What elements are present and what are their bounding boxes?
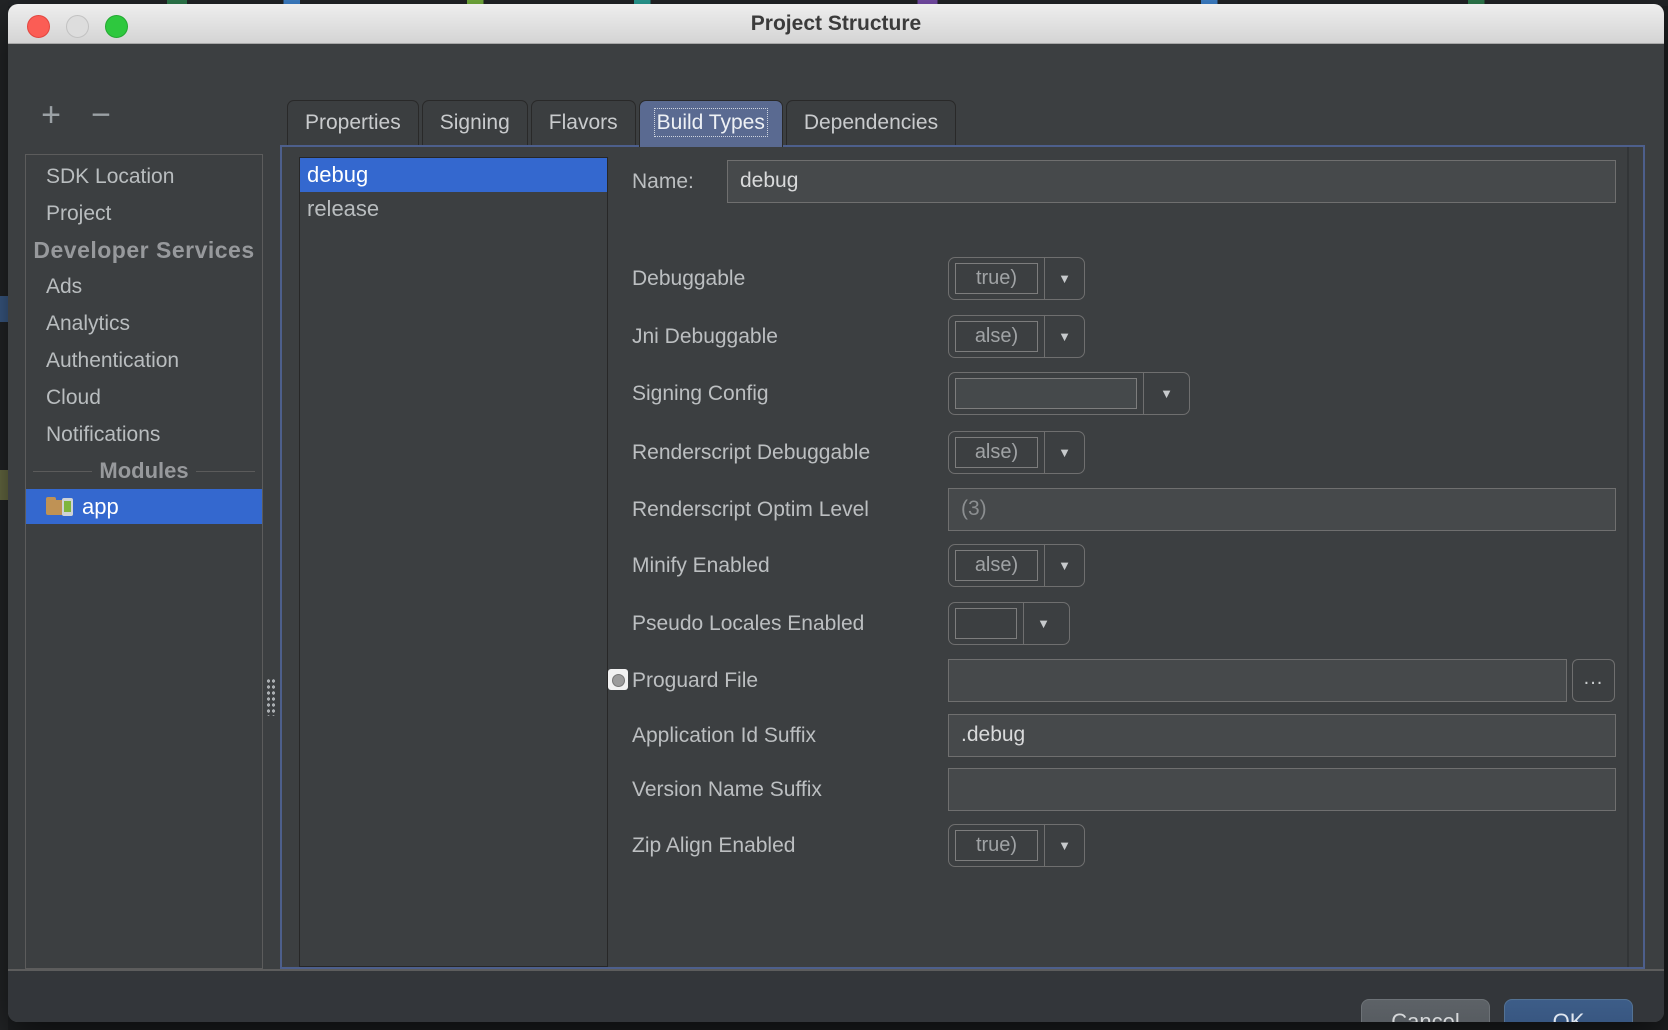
project-structure-dialog: Project Structure + − SDK Location Proje… — [8, 4, 1664, 1022]
proguard-file-label: Proguard File — [632, 659, 758, 702]
proguard-file-field[interactable] — [948, 659, 1567, 702]
debuggable-value: true) — [955, 263, 1038, 294]
mouse-cursor-artifact — [608, 669, 628, 690]
zip-align-enabled-label: Zip Align Enabled — [632, 824, 795, 867]
sidebar-item-app-label: app — [82, 494, 119, 520]
module-folder-icon — [46, 497, 73, 517]
pane-edge — [1627, 147, 1629, 967]
background-speck — [0, 296, 8, 322]
sidebar-panel: SDK Location Project Developer Services … — [25, 154, 263, 969]
tab-properties[interactable]: Properties — [287, 100, 419, 145]
sidebar-item-authentication[interactable]: Authentication — [26, 342, 262, 379]
tab-build-types[interactable]: Build Types — [639, 100, 783, 147]
remove-button[interactable]: − — [84, 100, 118, 134]
sidebar-header-developer-services: Developer Services — [26, 232, 262, 268]
debuggable-label: Debuggable — [632, 257, 745, 300]
sidebar-item-sdk-location[interactable]: SDK Location — [26, 158, 262, 195]
add-button[interactable]: + — [34, 100, 68, 134]
window-title: Project Structure — [8, 4, 1664, 44]
version-name-suffix-field[interactable] — [948, 768, 1616, 811]
sidebar-item-app[interactable]: app — [26, 489, 262, 524]
browse-button[interactable]: ... — [1572, 659, 1615, 702]
chevron-down-icon[interactable]: ▼ — [1143, 373, 1189, 414]
zip-align-enabled-combobox[interactable]: true) ▼ — [948, 824, 1085, 867]
sidebar-item-cloud[interactable]: Cloud — [26, 379, 262, 416]
sidebar-header-modules: Modules — [26, 453, 262, 489]
dialog-body: + − SDK Location Project Developer Servi… — [8, 44, 1664, 1022]
build-type-item-debug[interactable]: debug — [300, 158, 607, 192]
desktop-background-sliver — [0, 0, 8, 1030]
pseudo-locales-enabled-combobox[interactable]: ▼ — [948, 602, 1070, 645]
renderscript-debuggable-combobox[interactable]: alse) ▼ — [948, 431, 1085, 474]
renderscript-optim-level-field[interactable]: (3) — [948, 488, 1616, 531]
sidebar-item-project[interactable]: Project — [26, 195, 262, 232]
renderscript-debuggable-label: Renderscript Debuggable — [632, 431, 870, 474]
chevron-down-icon[interactable]: ▼ — [1044, 316, 1084, 357]
zip-align-enabled-value: true) — [955, 830, 1038, 861]
tab-bar: Properties Signing Flavors Build Types D… — [287, 100, 956, 147]
version-name-suffix-label: Version Name Suffix — [632, 768, 822, 811]
debuggable-combobox[interactable]: true) ▼ — [948, 257, 1085, 300]
pseudo-locales-enabled-value — [955, 608, 1017, 639]
sidebar-header-modules-label: Modules — [99, 458, 188, 484]
chevron-down-icon[interactable]: ▼ — [1044, 432, 1084, 473]
sidebar-item-analytics[interactable]: Analytics — [26, 305, 262, 342]
jni-debuggable-value: alse) — [955, 321, 1038, 352]
phone-shape — [62, 498, 73, 516]
renderscript-debuggable-value: alse) — [955, 437, 1038, 468]
titlebar[interactable]: Project Structure — [8, 4, 1664, 44]
jni-debuggable-label: Jni Debuggable — [632, 315, 778, 358]
tab-signing[interactable]: Signing — [422, 100, 528, 145]
application-id-suffix-label: Application Id Suffix — [632, 714, 816, 757]
sidebar-item-notifications[interactable]: Notifications — [26, 416, 262, 453]
minify-enabled-value: alse) — [955, 550, 1038, 581]
footer: Cancel OK — [8, 971, 1664, 1022]
jni-debuggable-combobox[interactable]: alse) ▼ — [948, 315, 1085, 358]
splitter-grip[interactable] — [266, 678, 276, 716]
tab-build-types-label: Build Types — [657, 111, 765, 134]
sidebar-item-ads[interactable]: Ads — [26, 268, 262, 305]
name-label: Name: — [632, 160, 694, 203]
chevron-down-icon[interactable]: ▼ — [1044, 825, 1084, 866]
renderscript-optim-level-label: Renderscript Optim Level — [632, 488, 869, 531]
minify-enabled-combobox[interactable]: alse) ▼ — [948, 544, 1085, 587]
signing-config-value — [955, 378, 1137, 409]
build-type-item-release[interactable]: release — [300, 192, 607, 226]
tab-flavors[interactable]: Flavors — [531, 100, 636, 145]
chevron-down-icon[interactable]: ▼ — [1044, 545, 1084, 586]
build-type-list: debug release — [299, 157, 608, 967]
name-field[interactable]: debug — [727, 160, 1616, 203]
ok-button[interactable]: OK — [1504, 999, 1633, 1022]
signing-config-combobox[interactable]: ▼ — [948, 372, 1190, 415]
chevron-down-icon[interactable]: ▼ — [1023, 603, 1063, 644]
chevron-down-icon[interactable]: ▼ — [1044, 258, 1084, 299]
signing-config-label: Signing Config — [632, 372, 769, 415]
application-id-suffix-field[interactable]: .debug — [948, 714, 1616, 757]
tab-dependencies[interactable]: Dependencies — [786, 100, 956, 145]
minify-enabled-label: Minify Enabled — [632, 544, 770, 587]
pseudo-locales-enabled-label: Pseudo Locales Enabled — [632, 602, 864, 645]
background-speck — [0, 470, 8, 500]
cancel-button[interactable]: Cancel — [1361, 999, 1490, 1022]
